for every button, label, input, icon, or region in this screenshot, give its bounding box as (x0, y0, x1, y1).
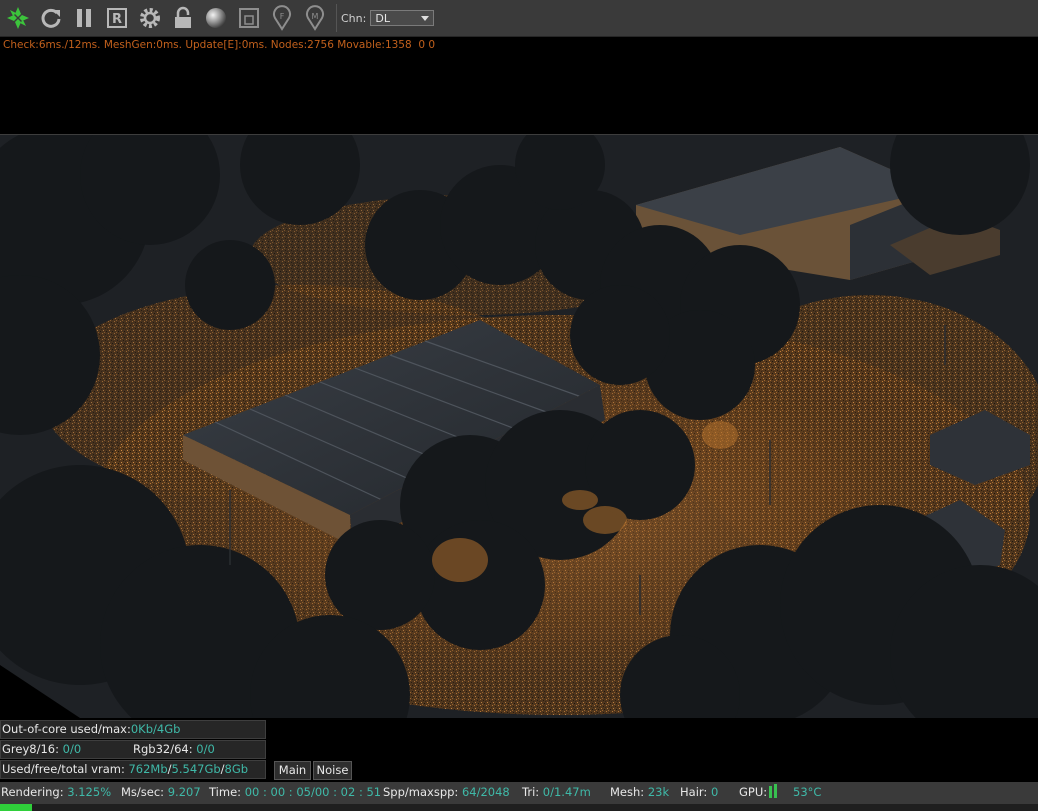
ms-per-sec-status: Ms/sec: 9.207 (121, 782, 201, 802)
octane-logo-icon[interactable] (3, 3, 33, 33)
refresh-icon[interactable] (36, 3, 66, 33)
render-image (0, 135, 1038, 718)
render-viewport[interactable] (0, 135, 1038, 718)
pause-icon[interactable] (69, 3, 99, 33)
channel-value: DL (375, 11, 390, 25)
gpu-load-bar (769, 786, 773, 798)
rendering-label: Rendering: (1, 785, 64, 799)
svg-text:F: F (280, 12, 285, 21)
render-status-bar: Rendering: 3.125% Ms/sec: 9.207 Time: 00… (0, 782, 1038, 804)
lock-icon[interactable] (168, 3, 198, 33)
vram-free: 5.547Gb (171, 762, 221, 776)
channel-label: Chn: (341, 11, 367, 25)
out-of-core-value: 0Kb/4Gb (130, 722, 181, 736)
toolbar-divider (336, 4, 337, 32)
chevron-down-icon (421, 15, 430, 21)
viewport-header-band (0, 37, 1038, 134)
channel-select[interactable]: DL (370, 10, 435, 26)
rgb-label: Rgb32/64: (133, 742, 193, 756)
vram-info: Used/free/total vram: 762Mb/5.547Gb/8Gb (0, 760, 266, 779)
mesh-value: 23k (647, 785, 670, 799)
ms-label: Ms/sec: (121, 785, 165, 799)
render-progress-track (0, 804, 1038, 811)
ms-value: 9.207 (167, 785, 201, 799)
out-of-core-label: Out-of-core used/max: (2, 722, 131, 736)
rgb-value: 0/0 (196, 742, 215, 756)
material-picker-icon[interactable]: M (300, 3, 330, 33)
gpu-status: GPU: (739, 782, 778, 802)
time-status: Time: 00 : 00 : 05/00 : 02 : 51 (209, 782, 381, 802)
mesh-label: Mesh: (610, 785, 645, 799)
tab-noise[interactable]: Noise (313, 761, 352, 780)
material-sphere-icon[interactable] (201, 3, 231, 33)
render-progress-bar (0, 804, 32, 811)
hair-label: Hair: (680, 785, 708, 799)
region-render-icon[interactable] (234, 3, 264, 33)
vram-used: 762Mb (128, 762, 168, 776)
hair-value: 0 (710, 785, 719, 799)
svg-text:R: R (112, 12, 122, 27)
texture-count-info: Grey8/16: 0/0 Rgb32/64: 0/0 (0, 740, 266, 759)
svg-text:M: M (312, 12, 319, 21)
time-value: 00 : 00 : 05/00 : 02 : 51 (244, 785, 382, 799)
spp-status: Spp/maxspp: 64/2048 (383, 782, 510, 802)
tri-value: 0/1.47m (542, 785, 591, 799)
tab-main[interactable]: Main (274, 761, 311, 780)
render-stats-line: Check:6ms./12ms. MeshGen:0ms. Update[E]:… (3, 39, 436, 51)
rendering-value: 3.125% (67, 785, 112, 799)
spp-label: Spp/maxspp: (383, 785, 459, 799)
rendering-status: Rendering: 3.125% (1, 782, 111, 802)
focus-picker-icon[interactable]: F (267, 3, 297, 33)
spp-value: 64/2048 (461, 785, 510, 799)
mesh-status: Mesh: 23k (610, 782, 669, 802)
settings-gear-icon[interactable] (135, 3, 165, 33)
vram-total: 8Gb (224, 762, 249, 776)
tri-status: Tri: 0/1.47m (522, 782, 591, 802)
hair-status: Hair: 0 (680, 782, 718, 802)
time-label: Time: (209, 785, 242, 799)
gpu-label: GPU: (739, 785, 768, 799)
render-toolbar: R F M Chn: DL (0, 0, 1038, 37)
grey-value: 0/0 (62, 742, 82, 756)
out-of-core-info: Out-of-core used/max:0Kb/4Gb (0, 720, 266, 739)
grey-label: Grey8/16: (2, 742, 59, 756)
gpu-load-bar (774, 784, 778, 798)
tri-label: Tri: (522, 785, 540, 799)
gpu-temperature: 53°C (793, 785, 822, 799)
vram-label: Used/free/total vram: (2, 762, 125, 776)
reset-r-icon[interactable]: R (102, 3, 132, 33)
